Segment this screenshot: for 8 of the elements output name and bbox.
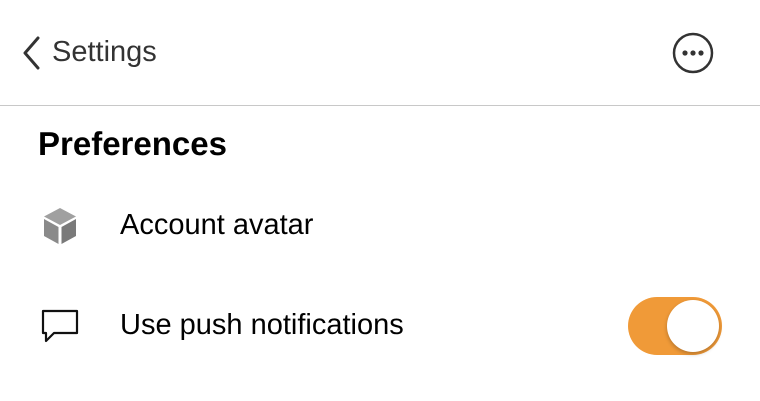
more-button[interactable] — [672, 32, 714, 74]
cube-icon — [42, 206, 78, 245]
back-icon — [22, 36, 40, 70]
setting-label: Account avatar — [120, 208, 314, 243]
section-title: Preferences — [37, 124, 228, 164]
back-button[interactable]: Settings — [22, 30, 157, 74]
chat-bubble-icon — [40, 308, 80, 343]
setting-label: Use push notifications — [120, 308, 405, 343]
